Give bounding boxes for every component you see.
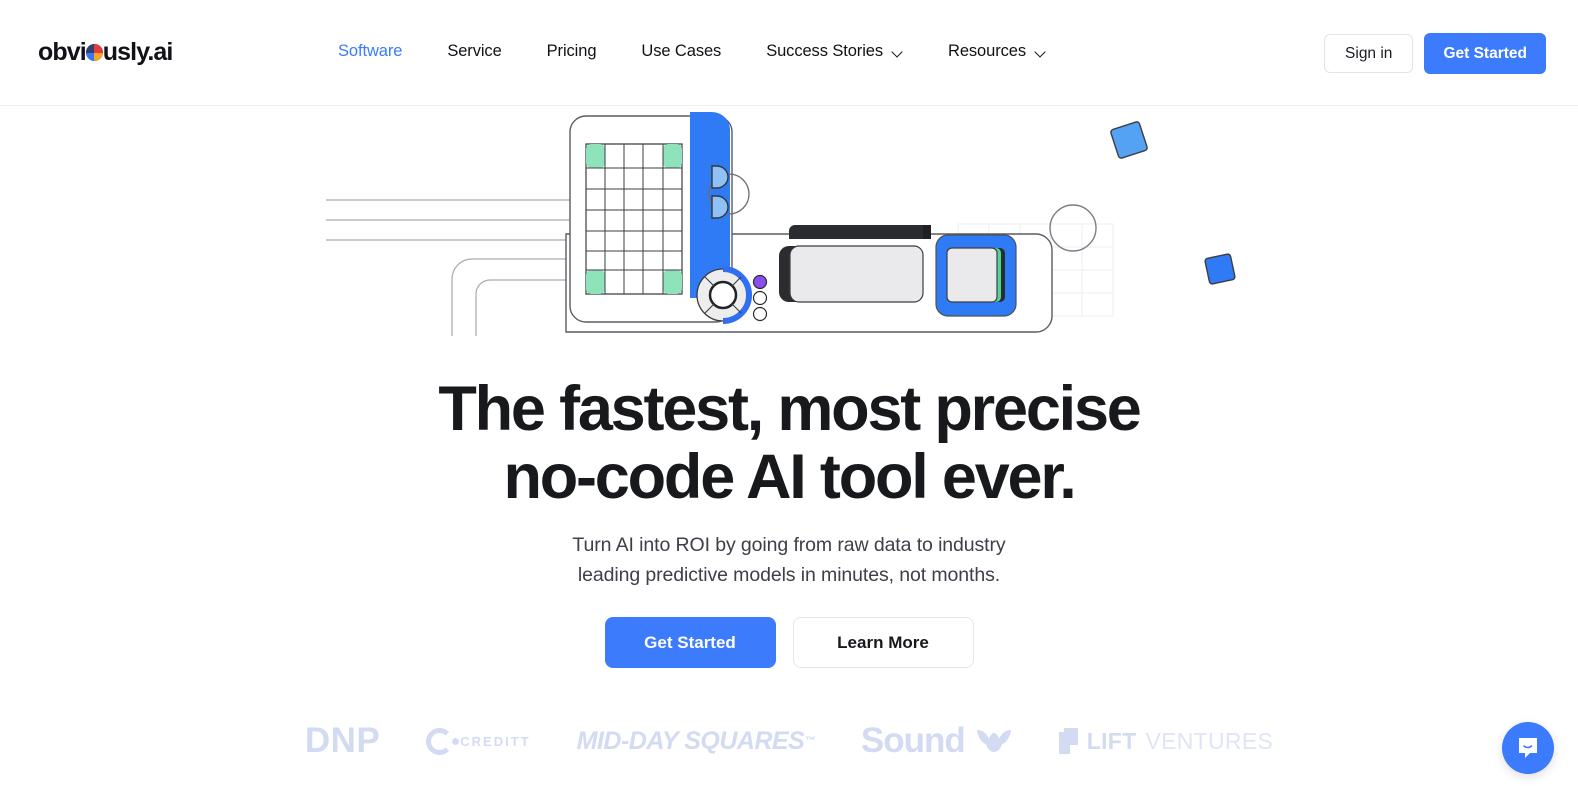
client-logo-mid-day-squares: MID-DAY SQUARES ™: [576, 726, 816, 756]
data-grid-table: [585, 143, 683, 295]
site-logo[interactable]: obvi usly.ai: [38, 38, 174, 67]
chevron-down-icon: [892, 48, 903, 55]
learn-more-button[interactable]: Learn More: [792, 617, 974, 668]
status-dots: [752, 274, 768, 322]
client-logo-lift-ventures: LIFT VENTURES: [1058, 727, 1274, 755]
headline-line-1: The fastest, most precise: [438, 374, 1141, 444]
nav-item-resources[interactable]: Resources: [948, 36, 1046, 67]
headline-line-2: no-code AI tool ever.: [503, 442, 1076, 512]
client-logo-label: CREDITT: [460, 733, 531, 749]
client-logo-label: MID-DAY SQUARES: [576, 726, 805, 755]
get-started-button-header[interactable]: Get Started: [1424, 33, 1546, 74]
client-logo-label-bold: LIFT: [1086, 727, 1137, 754]
nav-label: Software: [338, 42, 403, 60]
client-logo-sound: Sound: [861, 721, 1013, 761]
trademark-symbol: ™: [804, 735, 815, 747]
creditt-c-icon: [426, 727, 460, 755]
site-header: obvi usly.ai Software Service Pricing Use…: [0, 0, 1578, 106]
donut-dial: [696, 266, 752, 324]
nav-item-service[interactable]: Service: [447, 36, 501, 67]
pie-chart-logo-mark: [85, 44, 103, 61]
client-logo-label-light: VENTURES: [1145, 727, 1274, 754]
subtitle-line-1: Turn AI into ROI by going from raw data …: [572, 534, 1006, 556]
decor-square-light: [1110, 121, 1148, 159]
chevron-down-icon: [1035, 48, 1046, 55]
logo-text-before: obvi: [38, 38, 87, 66]
page-headline: The fastest, most precise no-code AI too…: [0, 375, 1578, 511]
d-shape-icon: [711, 195, 729, 219]
nav-label: Resources: [948, 42, 1026, 60]
nav-item-use-cases[interactable]: Use Cases: [641, 36, 721, 67]
chat-widget-button[interactable]: [1502, 722, 1554, 774]
nav-label: Service: [447, 42, 502, 60]
decorative-lines: [326, 199, 600, 336]
nav-label: Pricing: [546, 42, 597, 60]
right-blue-panel: [935, 234, 1017, 317]
nav-label: Success Stories: [766, 42, 883, 60]
client-logo-bar: DNP CREDITT MID-DAY SQUARES ™ Sound LIFT …: [0, 706, 1578, 776]
main-navigation: Software Service Pricing Use Cases Succe…: [338, 36, 1091, 67]
chat-bubble-smile-icon: [1519, 738, 1537, 758]
d-shape-icon: [711, 165, 729, 189]
client-logo-creditt: CREDITT: [426, 727, 531, 755]
nav-item-software[interactable]: Software: [338, 36, 402, 67]
page-subtitle: Turn AI into ROI by going from raw data …: [0, 530, 1578, 590]
header-actions: Sign in Get Started: [1324, 33, 1546, 74]
hero-cta-row: Get Started Learn More: [0, 617, 1578, 668]
decor-circle-outline: [1049, 204, 1097, 252]
nav-label: Use Cases: [641, 42, 722, 60]
nav-item-success-stories[interactable]: Success Stories: [766, 36, 903, 67]
client-logo-label: Sound: [860, 721, 966, 760]
nav-item-pricing[interactable]: Pricing: [547, 36, 597, 67]
panel-top-bar: [789, 225, 931, 239]
center-screen-panel: [779, 245, 924, 303]
hero-illustration: [0, 104, 1578, 359]
sound-bird-icon: [976, 730, 1011, 752]
get-started-button-hero[interactable]: Get Started: [604, 617, 776, 668]
logo-text-after: usly.ai: [102, 38, 174, 66]
sign-in-button[interactable]: Sign in: [1324, 34, 1414, 73]
client-logo-dnp: DNP: [305, 721, 380, 761]
landing-page: obvi usly.ai Software Service Pricing Use…: [0, 0, 1578, 786]
decor-square-blue: [1204, 253, 1236, 285]
subtitle-line-2: leading predictive models in minutes, no…: [577, 564, 1001, 586]
client-logo-label: DNP: [304, 721, 381, 760]
lift-block-icon: [1058, 728, 1078, 754]
